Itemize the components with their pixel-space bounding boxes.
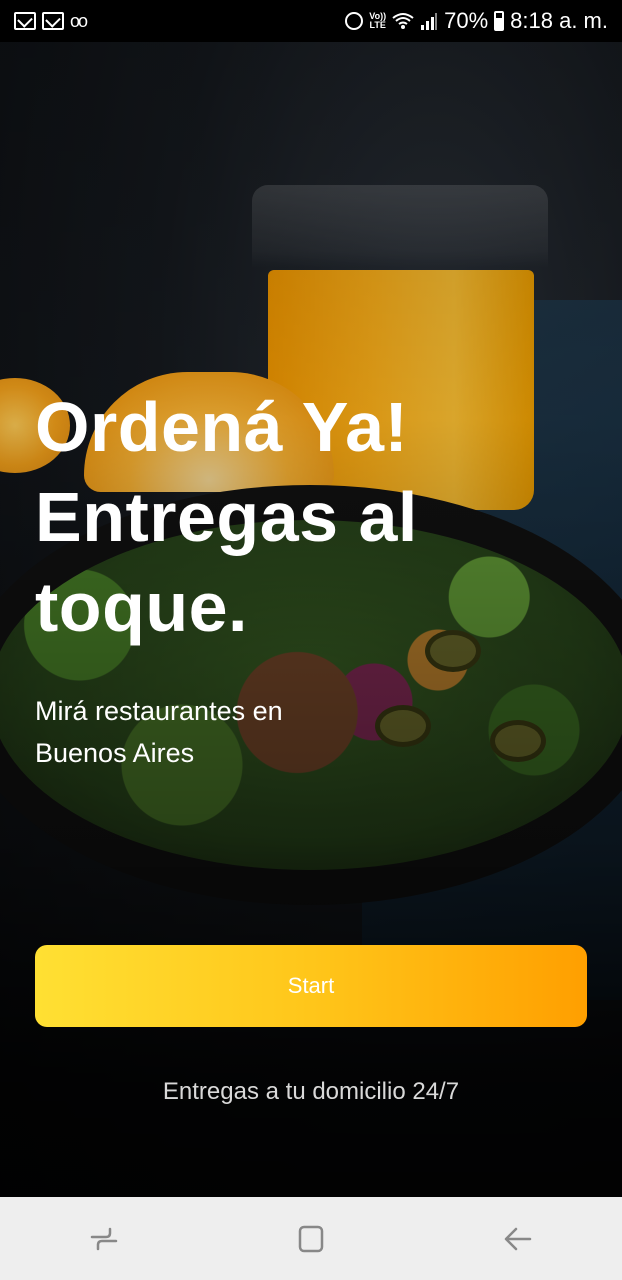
- navigation-bar: [0, 1197, 622, 1280]
- headline-line: toque.: [35, 568, 248, 646]
- mail-icon: [42, 12, 64, 30]
- back-button[interactable]: [488, 1209, 548, 1269]
- clock: 8:18 a. m.: [510, 8, 608, 33]
- headline-line: Entregas al: [35, 478, 418, 556]
- start-button[interactable]: Start: [35, 945, 587, 1027]
- headline-line: Ordená Ya!: [35, 388, 409, 466]
- wifi-icon: [392, 13, 414, 29]
- back-icon: [505, 1227, 532, 1250]
- subtitle: Mirá restaurantes en Buenos Aires: [35, 690, 475, 774]
- signal-icon: [421, 13, 438, 30]
- home-icon: [298, 1225, 324, 1252]
- mail-icon: [14, 12, 36, 30]
- home-button[interactable]: [281, 1209, 341, 1269]
- status-bar: oo Vo)) LTE 70% 8:18 a. m.: [0, 0, 622, 42]
- battery-percent: 70%: [444, 8, 489, 33]
- recent-apps-button[interactable]: [74, 1209, 134, 1269]
- recent-apps-icon: [90, 1227, 117, 1250]
- footer-note: Entregas a tu domicilio 24/7: [162, 1078, 460, 1105]
- battery-icon: [494, 11, 505, 31]
- volte-indicator: Vo)) LTE: [369, 11, 387, 30]
- subtitle-line: Mirá restaurantes en: [35, 696, 283, 726]
- voicemail-icon: oo: [70, 10, 88, 31]
- subtitle-line: Buenos Aires: [35, 738, 195, 768]
- alarm-icon: [345, 12, 364, 30]
- welcome-screen: oo Vo)) LTE 70% 8:18 a. m. Ordená Ya! En…: [0, 0, 622, 1280]
- headline: Ordená Ya! Entregas al toque.: [35, 382, 595, 652]
